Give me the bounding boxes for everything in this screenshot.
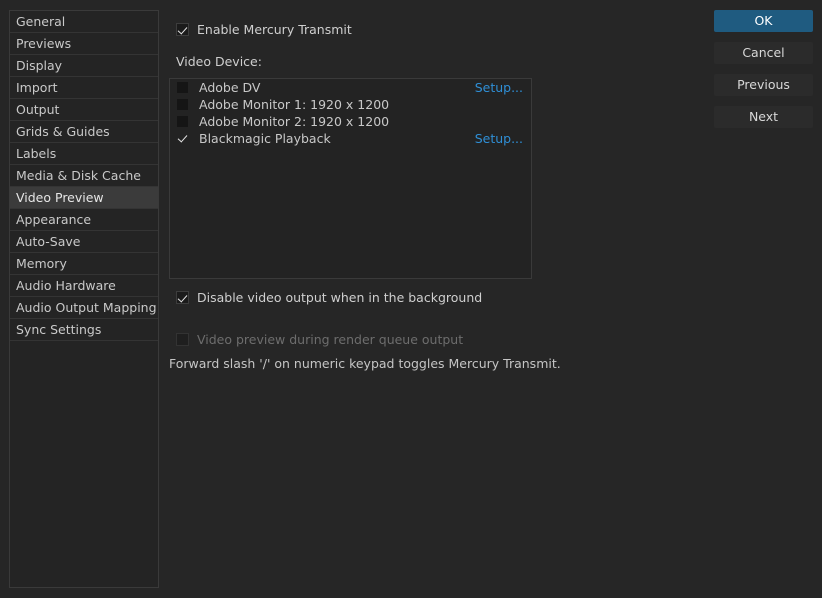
sidebar-item-grids-and-guides[interactable]: Grids & Guides — [10, 121, 158, 143]
sidebar-item-memory[interactable]: Memory — [10, 253, 158, 275]
video-device-row-adobe-monitor-1[interactable]: Adobe Monitor 1: 1920 x 1200 — [170, 96, 531, 113]
disable-video-output-background-row[interactable]: Disable video output when in the backgro… — [176, 290, 482, 305]
enable-mercury-transmit-label: Enable Mercury Transmit — [197, 22, 352, 37]
video-device-checkbox[interactable] — [177, 116, 188, 127]
sidebar-item-labels[interactable]: Labels — [10, 143, 158, 165]
sidebar-item-import[interactable]: Import — [10, 77, 158, 99]
preferences-category-list[interactable]: General Previews Display Import Output G… — [9, 10, 159, 588]
sidebar-item-previews[interactable]: Previews — [10, 33, 158, 55]
mercury-transmit-hint-text: Forward slash '/' on numeric keypad togg… — [169, 356, 561, 371]
video-device-label: Video Device: — [176, 54, 262, 69]
video-device-checkbox[interactable] — [177, 82, 188, 93]
sidebar-item-media-and-disk-cache[interactable]: Media & Disk Cache — [10, 165, 158, 187]
sidebar-item-appearance[interactable]: Appearance — [10, 209, 158, 231]
sidebar-item-video-preview[interactable]: Video Preview — [10, 187, 158, 209]
video-device-setup-link[interactable]: Setup... — [475, 80, 523, 95]
ok-button[interactable]: OK — [714, 10, 813, 32]
video-device-row-adobe-monitor-2[interactable]: Adobe Monitor 2: 1920 x 1200 — [170, 113, 531, 130]
video-device-name: Adobe DV — [199, 80, 261, 95]
disable-video-output-background-checkbox[interactable] — [176, 291, 189, 304]
video-device-row-adobe-dv[interactable]: Adobe DV Setup... — [170, 79, 531, 96]
sidebar-item-general[interactable]: General — [10, 11, 158, 33]
preferences-dialog: General Previews Display Import Output G… — [0, 0, 822, 598]
previous-button[interactable]: Previous — [714, 74, 813, 96]
disable-video-output-background-label: Disable video output when in the backgro… — [197, 290, 483, 305]
sidebar-item-audio-output-mapping[interactable]: Audio Output Mapping — [10, 297, 158, 319]
video-device-name: Adobe Monitor 1: 1920 x 1200 — [199, 97, 390, 112]
enable-mercury-transmit-checkbox[interactable] — [176, 23, 189, 36]
sidebar-item-output[interactable]: Output — [10, 99, 158, 121]
sidebar-item-sync-settings[interactable]: Sync Settings — [10, 319, 158, 341]
video-preview-render-queue-label: Video preview during render queue output — [197, 332, 464, 347]
next-button[interactable]: Next — [714, 106, 813, 128]
cancel-button[interactable]: Cancel — [714, 42, 813, 64]
video-device-row-blackmagic-playback[interactable]: Blackmagic Playback Setup... — [170, 130, 531, 147]
video-preview-render-queue-checkbox — [176, 333, 189, 346]
dialog-button-group: OK Cancel Previous Next — [714, 10, 813, 138]
video-device-list[interactable]: Adobe DV Setup... Adobe Monitor 1: 1920 … — [169, 78, 532, 279]
enable-mercury-transmit-row[interactable]: Enable Mercury Transmit — [176, 22, 352, 37]
video-preview-render-queue-row: Video preview during render queue output — [176, 332, 463, 347]
video-device-name: Blackmagic Playback — [199, 131, 331, 146]
sidebar-item-display[interactable]: Display — [10, 55, 158, 77]
sidebar-item-audio-hardware[interactable]: Audio Hardware — [10, 275, 158, 297]
video-device-checkbox[interactable] — [177, 99, 188, 110]
video-device-checkbox[interactable] — [177, 133, 188, 144]
video-device-setup-link[interactable]: Setup... — [475, 131, 523, 146]
video-device-name: Adobe Monitor 2: 1920 x 1200 — [199, 114, 390, 129]
sidebar-item-auto-save[interactable]: Auto-Save — [10, 231, 158, 253]
video-preview-settings-panel: Enable Mercury Transmit Video Device: Ad… — [168, 0, 708, 598]
